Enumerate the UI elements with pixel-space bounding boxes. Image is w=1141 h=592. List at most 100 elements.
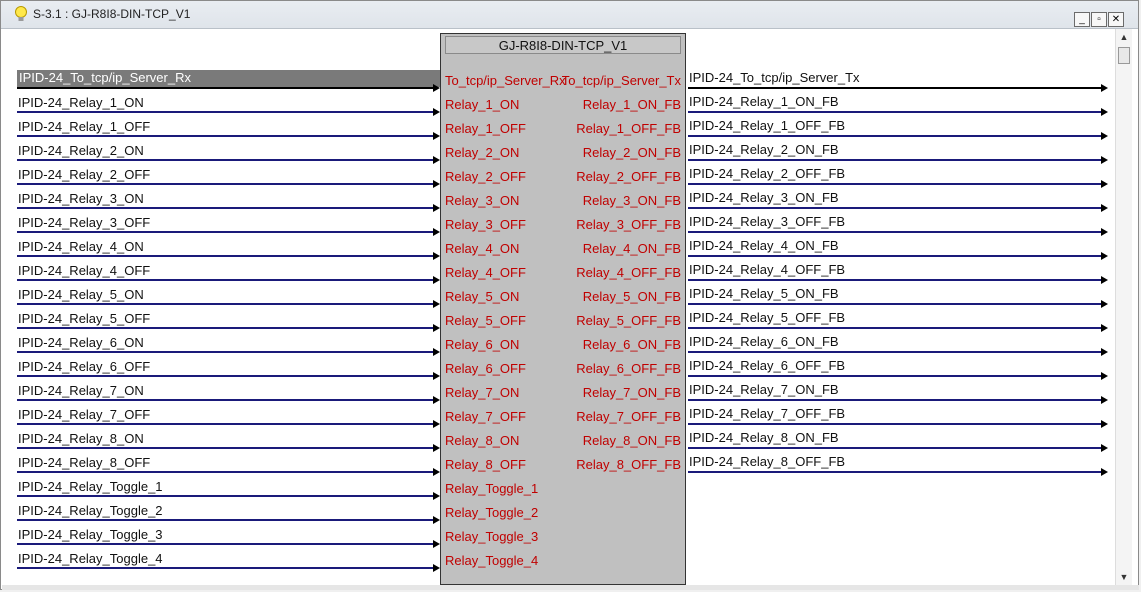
output-pin-label[interactable]: Relay_8_OFF_FB [576,457,681,472]
output-signal-label[interactable]: IPID-24_Relay_5_OFF_FB [689,310,845,325]
output-signal-line [688,207,1101,209]
output-pin-label[interactable]: Relay_4_OFF_FB [576,265,681,280]
input-arrow-icon [433,276,440,284]
input-signal-label[interactable]: IPID-24_Relay_2_ON [18,143,144,158]
output-signal-label[interactable]: IPID-24_Relay_4_ON_FB [689,238,839,253]
output-pin-label[interactable]: Relay_1_OFF_FB [576,121,681,136]
input-signal-label[interactable]: IPID-24_Relay_1_ON [18,95,144,110]
output-signal-line [688,351,1101,353]
input-signal-selected[interactable]: IPID-24_To_tcp/ip_Server_Rx [17,70,440,87]
input-pin-label[interactable]: Relay_5_OFF [445,313,526,328]
output-signal-label[interactable]: IPID-24_Relay_7_ON_FB [689,382,839,397]
input-signal-label[interactable]: IPID-24_Relay_6_ON [18,335,144,350]
input-pin-label[interactable]: Relay_5_ON [445,289,519,304]
input-signal-label[interactable]: IPID-24_Relay_4_OFF [18,263,150,278]
input-signal-label[interactable]: IPID-24_Relay_7_ON [18,383,144,398]
input-signal-label[interactable]: IPID-24_Relay_Toggle_2 [18,503,163,518]
output-arrow-icon [1101,132,1108,140]
input-pin-label[interactable]: Relay_8_ON [445,433,519,448]
output-pin-label[interactable]: Relay_7_OFF_FB [576,409,681,424]
input-signal-label[interactable]: IPID-24_Relay_Toggle_3 [18,527,163,542]
output-pin-label[interactable]: Relay_6_ON_FB [583,337,681,352]
output-signal-label[interactable]: IPID-24_Relay_2_OFF_FB [689,166,845,181]
output-signal-label[interactable]: IPID-24_To_tcp/ip_Server_Tx [689,70,860,85]
output-signal-label[interactable]: IPID-24_Relay_7_OFF_FB [689,406,845,421]
input-signal-label[interactable]: IPID-24_Relay_5_OFF [18,311,150,326]
input-pin-label[interactable]: Relay_7_OFF [445,409,526,424]
input-signal-line [17,183,433,185]
input-pin-label[interactable]: Relay_4_OFF [445,265,526,280]
input-signal-label[interactable]: IPID-24_Relay_Toggle_4 [18,551,163,566]
output-pin-label[interactable]: Relay_5_ON_FB [583,289,681,304]
input-signal-label[interactable]: IPID-24_Relay_8_OFF [18,455,150,470]
input-signal-label[interactable]: IPID-24_Relay_1_OFF [18,119,150,134]
input-pin-label[interactable]: Relay_6_OFF [445,361,526,376]
output-signal-label[interactable]: IPID-24_Relay_1_ON_FB [689,94,839,109]
output-arrow-icon [1101,276,1108,284]
output-pin-label[interactable]: Relay_3_ON_FB [583,193,681,208]
output-pin-label[interactable]: Relay_6_OFF_FB [576,361,681,376]
output-signal-line [688,231,1101,233]
output-signal-label[interactable]: IPID-24_Relay_1_OFF_FB [689,118,845,133]
input-signal-line [17,231,433,233]
input-pin-label[interactable]: Relay_3_ON [445,193,519,208]
output-arrow-icon [1101,324,1108,332]
input-pin-label[interactable]: Relay_1_OFF [445,121,526,136]
output-pin-label[interactable]: Relay_1_ON_FB [583,97,681,112]
output-pin-label[interactable]: Relay_2_OFF_FB [576,169,681,184]
input-pin-label[interactable]: Relay_4_ON [445,241,519,256]
output-pin-label[interactable]: To_tcp/ip_Server_Tx [562,73,681,88]
output-signal-label[interactable]: IPID-24_Relay_3_OFF_FB [689,214,845,229]
input-signal-label[interactable]: IPID-24_Relay_4_ON [18,239,144,254]
scroll-thumb[interactable] [1118,47,1130,64]
output-pin-label[interactable]: Relay_2_ON_FB [583,145,681,160]
output-signal-label[interactable]: IPID-24_Relay_8_OFF_FB [689,454,845,469]
output-pin-label[interactable]: Relay_8_ON_FB [583,433,681,448]
input-signal-label[interactable]: IPID-24_Relay_6_OFF [18,359,150,374]
input-pin-label[interactable]: Relay_Toggle_1 [445,481,538,496]
minimize-button[interactable]: _ [1074,12,1090,27]
input-pin-label[interactable]: Relay_1_ON [445,97,519,112]
output-pin-label[interactable]: Relay_7_ON_FB [583,385,681,400]
input-pin-label[interactable]: Relay_3_OFF [445,217,526,232]
vertical-scrollbar[interactable]: ▲ ▼ [1115,29,1132,585]
output-signal-label[interactable]: IPID-24_Relay_6_ON_FB [689,334,839,349]
close-button[interactable]: ✕ [1108,12,1124,27]
input-pin-label[interactable]: Relay_Toggle_3 [445,529,538,544]
input-arrow-icon [433,300,440,308]
scroll-down-icon[interactable]: ▼ [1116,569,1132,585]
input-pin-label[interactable]: Relay_8_OFF [445,457,526,472]
symbol-block[interactable]: GJ-R8I8-DIN-TCP_V1 To_tcp/ip_Server_Rx Re… [440,33,686,585]
output-signal-label[interactable]: IPID-24_Relay_3_ON_FB [689,190,839,205]
input-pin-label[interactable]: Relay_6_ON [445,337,519,352]
output-pin-label[interactable]: Relay_4_ON_FB [583,241,681,256]
output-signal-label[interactable]: IPID-24_Relay_4_OFF_FB [689,262,845,277]
output-arrow-icon [1101,420,1108,428]
output-pin-label[interactable]: Relay_5_OFF_FB [576,313,681,328]
input-pin-label[interactable]: Relay_Toggle_2 [445,505,538,520]
input-signal-label[interactable]: IPID-24_Relay_3_ON [18,191,144,206]
output-signal-label[interactable]: IPID-24_Relay_5_ON_FB [689,286,839,301]
input-signal-label[interactable]: IPID-24_Relay_Toggle_1 [18,479,163,494]
input-pin-label[interactable]: Relay_2_OFF [445,169,526,184]
input-pin-label[interactable]: Relay_Toggle_4 [445,553,538,568]
output-pin-label[interactable]: Relay_3_OFF_FB [576,217,681,232]
input-pin-label[interactable]: To_tcp/ip_Server_Rx [445,73,566,88]
output-signal-line [688,447,1101,449]
input-signal-label[interactable]: IPID-24_Relay_8_ON [18,431,144,446]
output-signal-label[interactable]: IPID-24_Relay_2_ON_FB [689,142,839,157]
input-signal-label[interactable]: IPID-24_Relay_3_OFF [18,215,150,230]
input-signal-label[interactable]: IPID-24_Relay_5_ON [18,287,144,302]
scroll-up-icon[interactable]: ▲ [1116,29,1132,45]
input-arrow-icon [433,516,440,524]
output-signal-label[interactable]: IPID-24_Relay_8_ON_FB [689,430,839,445]
input-signal-line [17,519,433,521]
restore-button[interactable]: ▫ [1091,12,1107,27]
output-signal-label[interactable]: IPID-24_Relay_6_OFF_FB [689,358,845,373]
input-signal-label[interactable]: IPID-24_Relay_7_OFF [18,407,150,422]
input-pin-label[interactable]: Relay_7_ON [445,385,519,400]
input-pin-label[interactable]: Relay_2_ON [445,145,519,160]
input-signal-line [17,135,433,137]
input-arrow-icon [433,564,440,572]
input-signal-label[interactable]: IPID-24_Relay_2_OFF [18,167,150,182]
